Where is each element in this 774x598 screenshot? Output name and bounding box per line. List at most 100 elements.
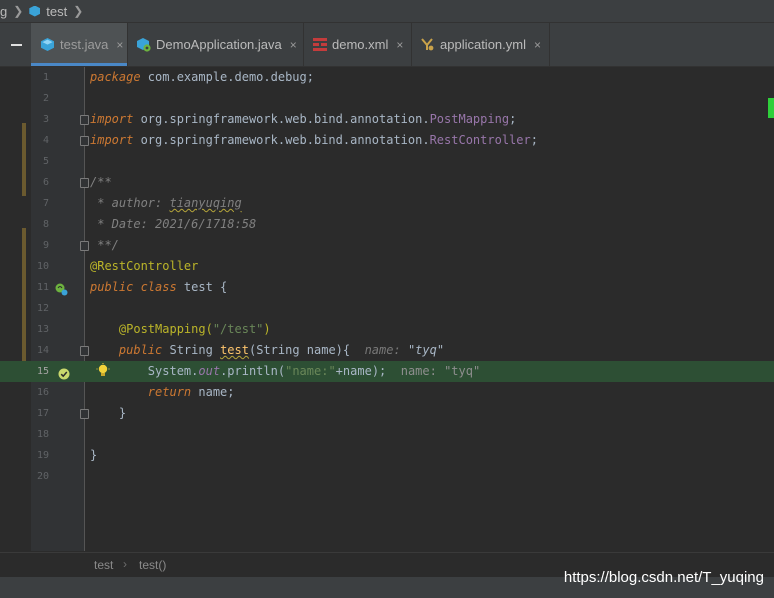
- fold-icon[interactable]: [80, 115, 89, 125]
- keyword: public: [90, 280, 141, 294]
- code-line: 9 **/: [0, 235, 774, 256]
- active-tab-indicator: [31, 63, 127, 66]
- line-number: 6: [42, 177, 49, 188]
- closing-brace: }: [90, 406, 127, 420]
- breadcrumb-class[interactable]: test: [94, 558, 113, 572]
- current-execution-line: 15 System.out.println("name:"+name); nam…: [0, 361, 774, 382]
- tool-window-toggle[interactable]: [0, 23, 31, 66]
- tab-label: DemoApplication.java: [156, 37, 282, 52]
- breadcrumb-project[interactable]: test: [29, 4, 67, 19]
- watermark: https://blog.csdn.net/T_yuqing: [563, 569, 764, 586]
- semicolon: ;: [509, 112, 517, 126]
- tab-test-java[interactable]: test.java ×: [31, 23, 128, 66]
- code-line: 16 return name;: [0, 382, 774, 403]
- close-icon[interactable]: ×: [116, 38, 123, 52]
- debug-inline-value: name: "tyq": [400, 364, 481, 378]
- keyword: return: [90, 385, 199, 399]
- chevron-right-icon: ❯: [73, 4, 84, 18]
- close-icon[interactable]: ×: [534, 38, 541, 52]
- code-editor[interactable]: 1 package com.example.demo.debug; 2 3 im…: [0, 67, 774, 576]
- operator: +: [335, 364, 343, 378]
- annotation: @PostMapping(: [90, 322, 213, 336]
- variable: name: [198, 385, 228, 399]
- line-number: 15: [36, 366, 49, 377]
- code-line: 14 public String test(String name){ name…: [0, 340, 774, 361]
- code-line: 7 * author: tianyuqing: [0, 193, 774, 214]
- annotation: ): [263, 322, 271, 336]
- system-class: System.: [90, 364, 199, 378]
- line-number: 19: [36, 450, 49, 461]
- tab-label: test.java: [60, 37, 109, 52]
- code-text: return name;: [90, 382, 235, 403]
- class-declaration: test {: [176, 280, 228, 294]
- comment-text: * author:: [90, 196, 170, 210]
- line-number: 3: [42, 114, 49, 125]
- close-icon[interactable]: ×: [290, 38, 297, 52]
- keyword: import: [90, 112, 134, 126]
- java-class-icon: [29, 5, 41, 17]
- code-text: import org.springframework.web.bind.anno…: [90, 130, 538, 151]
- code-line: 3 import org.springframework.web.bind.an…: [0, 109, 774, 130]
- code-text: @PostMapping("/test"): [90, 319, 271, 340]
- line-number: 13: [36, 324, 49, 335]
- method-name: test: [220, 343, 249, 357]
- inspection-ok-marker[interactable]: [768, 98, 774, 118]
- parameter-name: name: [306, 343, 336, 357]
- comment: * author: tianyuqing: [90, 193, 242, 214]
- keyword: public: [90, 343, 170, 357]
- string-literal: "name:": [285, 364, 336, 378]
- line-number: 17: [36, 408, 49, 419]
- debug-inline-hint-value: "tyq": [407, 343, 445, 357]
- tab-demo-xml[interactable]: demo.xml ×: [305, 23, 412, 66]
- fold-icon[interactable]: [80, 346, 89, 356]
- package-name: com.example.demo.debug;: [140, 70, 314, 84]
- line-number: 7: [42, 198, 49, 209]
- code-line: 13 @PostMapping("/test"): [0, 319, 774, 340]
- code-line: 5: [0, 151, 774, 172]
- breadcrumb-root[interactable]: g: [0, 4, 7, 19]
- fold-icon[interactable]: [80, 136, 89, 146]
- line-number: 18: [36, 429, 49, 440]
- code-line: 8 * Date: 2021/6/1718:58: [0, 214, 774, 235]
- semicolon: ;: [530, 133, 538, 147]
- code-line: 18: [0, 424, 774, 445]
- line-number: 8: [42, 219, 49, 230]
- code-line: 2: [0, 88, 774, 109]
- line-number: 14: [36, 345, 49, 356]
- close-icon[interactable]: ×: [396, 38, 403, 52]
- import-class: PostMapping: [429, 112, 510, 126]
- comment-author: tianyuqing: [169, 196, 242, 210]
- string-literal: "/test": [212, 322, 264, 336]
- fold-icon[interactable]: [80, 178, 89, 188]
- line-number: 9: [42, 240, 49, 251]
- tab-label: application.yml: [440, 37, 526, 52]
- code-line: 19 }: [0, 445, 774, 466]
- navigation-bar: g ❯ test ❯: [0, 0, 774, 23]
- breadcrumb-project-label: test: [46, 3, 68, 19]
- code-line: 11 public class test {: [0, 277, 774, 298]
- line-number: 11: [36, 282, 49, 293]
- chevron-right-icon: ›: [123, 557, 127, 571]
- line-number: 2: [42, 93, 49, 104]
- import-class: RestController: [429, 133, 531, 147]
- spring-boot-icon: [137, 38, 151, 52]
- line-number: 10: [36, 261, 49, 272]
- line-number: 1: [42, 72, 49, 83]
- line-number: 5: [42, 156, 49, 167]
- import-path: org.springframework.web.bind.annotation.: [133, 112, 430, 126]
- fold-icon[interactable]: [80, 241, 89, 251]
- code-line: 12: [0, 298, 774, 319]
- line-number: 4: [42, 135, 49, 146]
- keyword: import: [90, 133, 134, 147]
- breadcrumb-method[interactable]: test(): [139, 558, 166, 572]
- code-line: 10 @RestController: [0, 256, 774, 277]
- maven-icon: [313, 38, 327, 51]
- keyword: class: [140, 280, 177, 294]
- parameter-type: (String: [248, 343, 307, 357]
- annotation: @RestController: [90, 259, 199, 273]
- tab-demo-application-java[interactable]: DemoApplication.java ×: [129, 23, 304, 66]
- import-path: org.springframework.web.bind.annotation.: [133, 133, 430, 147]
- fold-icon[interactable]: [80, 409, 89, 419]
- tab-application-yml[interactable]: application.yml ×: [413, 23, 550, 66]
- code-text: public String test(String name){ name: "…: [90, 340, 444, 361]
